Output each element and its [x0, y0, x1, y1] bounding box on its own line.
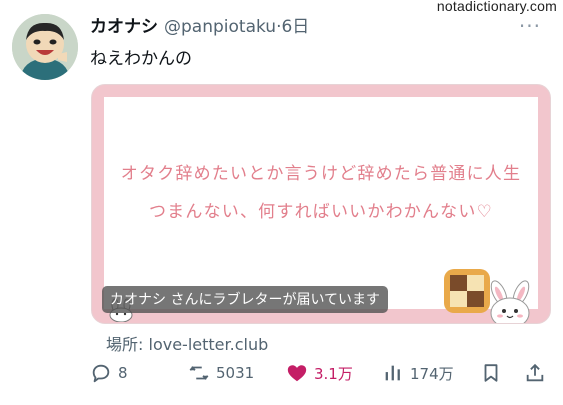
like-button[interactable]: 3.1万: [286, 362, 353, 384]
watermark: notadictionary.com: [436, 0, 557, 14]
card-caption: カオナシ さんにラブレターが届いています: [102, 286, 389, 313]
retweet-button[interactable]: 5031: [188, 362, 254, 384]
analytics-icon: [385, 365, 400, 381]
card-source[interactable]: 場所: love-letter.club: [106, 331, 268, 355]
views-button[interactable]: 174万: [382, 362, 454, 384]
card-source-domain[interactable]: love-letter.club: [149, 335, 269, 354]
retweet-count: 5031: [216, 364, 255, 382]
card-source-prefix: 場所:: [106, 335, 144, 354]
avatar[interactable]: [12, 14, 78, 80]
rabbit-icon: [490, 280, 530, 323]
bookmark-icon: [484, 364, 498, 382]
bookmark-button[interactable]: [480, 362, 502, 384]
avatar-illustration: [12, 14, 78, 80]
action-bar: 8 5031 3.1万 174万: [0, 362, 563, 392]
reply-count: 8: [118, 364, 128, 382]
card-text-line-2: つまんない、何すればいいかわかんない♡: [148, 202, 494, 222]
reply-button[interactable]: 8: [90, 362, 128, 384]
view-count: 174万: [410, 364, 454, 383]
tweet-text: ねえわかんの: [90, 49, 192, 69]
user-handle[interactable]: @panpiotaku: [164, 17, 276, 37]
link-card[interactable]: オタク辞めたいとか言うけど辞めたら普通に人生 つまんない、何すればいいかわかんな…: [91, 84, 551, 324]
like-count: 3.1万: [314, 364, 353, 383]
post-time[interactable]: ·6日: [276, 17, 309, 37]
tweet-header: カオナシ @panpiotaku·6日: [90, 12, 309, 37]
more-options-button[interactable]: ···: [519, 14, 541, 38]
reply-icon: [92, 364, 110, 383]
share-icon: [526, 363, 544, 382]
display-name[interactable]: カオナシ: [90, 17, 158, 37]
card-text-line-1: オタク辞めたいとか言うけど辞めたら普通に人生: [120, 164, 522, 184]
heart-icon: [287, 365, 307, 382]
share-button[interactable]: [524, 362, 546, 384]
retweet-icon: [189, 366, 209, 380]
